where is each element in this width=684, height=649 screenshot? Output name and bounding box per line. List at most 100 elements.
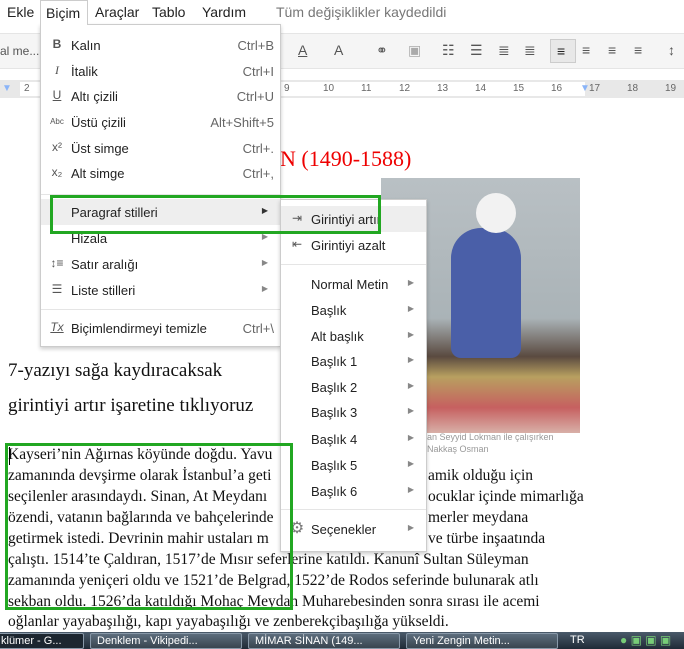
body-line[interactable]: seçilenler arasındaydı. Sinan, At Meydan… — [8, 488, 267, 506]
menu-araclar[interactable]: Araçlar — [95, 4, 139, 20]
ruler-number: 17 — [589, 83, 601, 94]
increase-indent-icon[interactable]: ≣ — [524, 42, 536, 59]
submenu-arrow-icon: ▶ — [407, 523, 414, 532]
body-line[interactable]: Kayseri’nin Ağırnas köyünde doğdu. Yavu — [8, 446, 272, 464]
menu-item-list-styles[interactable]: ☰ Liste stilleri ▶ — [41, 277, 280, 303]
body-line[interactable]: ve türbe inşaatında — [428, 530, 545, 548]
menu-item-style[interactable]: Başlık ▶ — [281, 297, 426, 323]
taskbar-item[interactable]: Yeni Zengin Metin... — [406, 633, 558, 649]
taskbar-item[interactable]: MİMAR SİNAN (149... — [248, 633, 400, 649]
align-left-icon[interactable]: ≡ — [550, 39, 576, 63]
align-center-icon[interactable]: ≡ — [582, 42, 590, 58]
submenu-arrow-icon: ▶ — [407, 485, 414, 494]
menu-item-style[interactable]: Başlık 2 ▶ — [281, 374, 426, 400]
menu-item-paragraph-styles[interactable]: Paragraf stilleri ▶ — [41, 199, 280, 225]
menu-item-style[interactable]: Başlık 5 ▶ — [281, 452, 426, 478]
menu-item-options[interactable]: ⚙ Seçenekler ▶ — [281, 516, 426, 542]
taskbar-item[interactable]: Denklem - Vikipedi... — [90, 633, 242, 649]
numbered-list-icon[interactable]: ☷ — [442, 42, 455, 59]
menu-separator — [281, 509, 426, 510]
menu-item-underline[interactable]: U Altı çizili Ctrl+U — [41, 83, 280, 109]
body-line[interactable]: merler meydana — [428, 509, 528, 527]
body-line[interactable]: oğlanlar yayabaşılığı, kapı yayabaşılığı… — [8, 613, 449, 631]
menu-item-decrease-indent[interactable]: ⇤ Girintiyi azalt — [281, 232, 426, 258]
menu-item-align[interactable]: Hizala ▶ — [41, 225, 280, 251]
menu-item-subscript[interactable]: x₂ Alt simge Ctrl+, — [41, 160, 280, 186]
language-indicator[interactable]: TR — [570, 634, 585, 646]
menu-tablo[interactable]: Tablo — [152, 4, 185, 20]
submenu-arrow-icon: ▶ — [407, 459, 414, 468]
image-icon[interactable]: ▣ — [408, 42, 421, 59]
italic-icon: I — [55, 63, 59, 77]
body-line[interactable]: amik olduğu için — [428, 467, 533, 485]
decrease-indent-icon: ⇤ — [291, 237, 303, 251]
menu-item-label: Başlık 4 — [311, 432, 358, 447]
menu-item-label: Başlık 5 — [311, 458, 358, 473]
save-status: Tüm değişiklikler kaydedildi — [276, 4, 447, 20]
link-icon[interactable]: ⚭ — [376, 42, 388, 59]
bulleted-list-icon[interactable]: ☰ — [470, 42, 483, 59]
menu-separator — [41, 309, 280, 310]
menu-ekle[interactable]: Ekle — [7, 4, 34, 20]
style-select[interactable]: al me... — [0, 44, 39, 58]
shortcut: Ctrl+U — [236, 89, 274, 104]
menu-item-style[interactable]: Normal Metin ▶ — [281, 271, 426, 297]
paragraph-styles-submenu: ⇥ Girintiyi artır ⇤ Girintiyi azalt Normal… — [280, 199, 427, 552]
menu-item-label: Seçenekler — [311, 522, 377, 537]
image-caption: an Seyyid Lokman ile çalışırken — [427, 432, 554, 442]
list-icon: ☰ — [51, 282, 63, 296]
shortcut: Ctrl+, — [242, 166, 274, 181]
menu-item-italic[interactable]: I İtalik Ctrl+I — [41, 58, 280, 84]
menu-item-bold[interactable]: B Kalın Ctrl+B — [41, 32, 280, 58]
align-right-icon[interactable]: ≡ — [608, 42, 616, 58]
submenu-arrow-icon: ▶ — [407, 381, 414, 390]
menu-item-style[interactable]: Alt başlık ▶ — [281, 323, 426, 349]
left-indent-marker-icon[interactable]: ▼ — [2, 83, 12, 94]
gear-icon: ⚙ — [289, 520, 305, 537]
body-line[interactable]: sekban oldu. 1526’da katıldığı Mohaç Mey… — [8, 593, 540, 611]
submenu-arrow-icon: ▶ — [261, 206, 268, 215]
menubar: Ekle Araçlar Tablo Yardım Tüm değişiklik… — [0, 0, 684, 26]
document-title: N (1490-1588) — [280, 146, 412, 171]
superscript-icon: x² — [52, 140, 62, 154]
menu-item-strikethrough[interactable]: Abc Üstü çizili Alt+Shift+5 — [41, 109, 280, 135]
menu-bicim[interactable]: Biçim — [40, 0, 88, 25]
menu-item-clear-formatting[interactable]: Tx Biçimlendirmeyi temizle Ctrl+\ — [41, 315, 280, 341]
body-line[interactable]: getirmek istedi. Devrinin mahir ustaları… — [8, 530, 269, 548]
underline-icon: U — [52, 88, 62, 102]
menu-item-label: Satır aralığı — [71, 257, 139, 272]
instruction-text: girintiyi artır işaretine tıklıyoruz — [8, 395, 254, 416]
menu-item-label: Başlık 1 — [311, 354, 358, 369]
taskbar-item[interactable]: klümer - G... — [0, 633, 84, 649]
instruction-text: 7-yazıyı sağa kaydıracaksak — [8, 360, 223, 381]
body-line[interactable]: özendi, vatanın bağlarında ve bahçelerin… — [8, 509, 274, 527]
ruler-number: 2 — [24, 83, 30, 94]
menu-item-style[interactable]: Başlık 6 ▶ — [281, 478, 426, 504]
menu-item-label: Alt simge — [71, 166, 125, 181]
menu-item-style[interactable]: Başlık 3 ▶ — [281, 399, 426, 425]
ruler-number: 11 — [361, 83, 372, 94]
clear-formatting-icon: Tx — [50, 320, 64, 334]
line-spacing-icon[interactable]: ↕ — [668, 42, 675, 58]
body-line[interactable]: ocuklar içinde mimarlığa — [428, 488, 584, 506]
justify-icon[interactable]: ≡ — [634, 42, 642, 58]
body-line[interactable]: zamanında yeniçeri oldu ve 1521’de Belgr… — [8, 572, 539, 590]
menu-item-label: Paragraf stilleri — [71, 205, 158, 220]
menu-item-line-spacing[interactable]: ↕≡ Satır aralığı ▶ — [41, 251, 280, 277]
menu-item-superscript[interactable]: x² Üst simge Ctrl+. — [41, 135, 280, 161]
menu-item-label: Altı çizili — [71, 89, 118, 104]
menu-item-style[interactable]: Başlık 1 ▶ — [281, 348, 426, 374]
menu-item-increase-indent[interactable]: ⇥ Girintiyi artır — [281, 206, 426, 232]
submenu-arrow-icon: ▶ — [261, 232, 268, 241]
body-line[interactable]: zamanında devşirme olarak İstanbul’a get… — [8, 467, 271, 485]
ruler-number: 12 — [399, 83, 411, 94]
highlight-color-button[interactable]: A — [334, 42, 343, 58]
body-line[interactable]: çalıştı. 1514’te Çaldıran, 1517’de Mısır… — [8, 551, 529, 569]
text-color-button[interactable]: A — [298, 42, 307, 58]
decrease-indent-icon[interactable]: ≣ — [498, 42, 510, 59]
tray-icons[interactable]: ● ▣ ▣ ▣ — [620, 633, 671, 647]
menu-item-style[interactable]: Başlık 4 ▶ — [281, 426, 426, 452]
menu-yardim[interactable]: Yardım — [202, 4, 246, 20]
menu-separator — [281, 264, 426, 265]
menu-item-label: Başlık 6 — [311, 484, 358, 499]
